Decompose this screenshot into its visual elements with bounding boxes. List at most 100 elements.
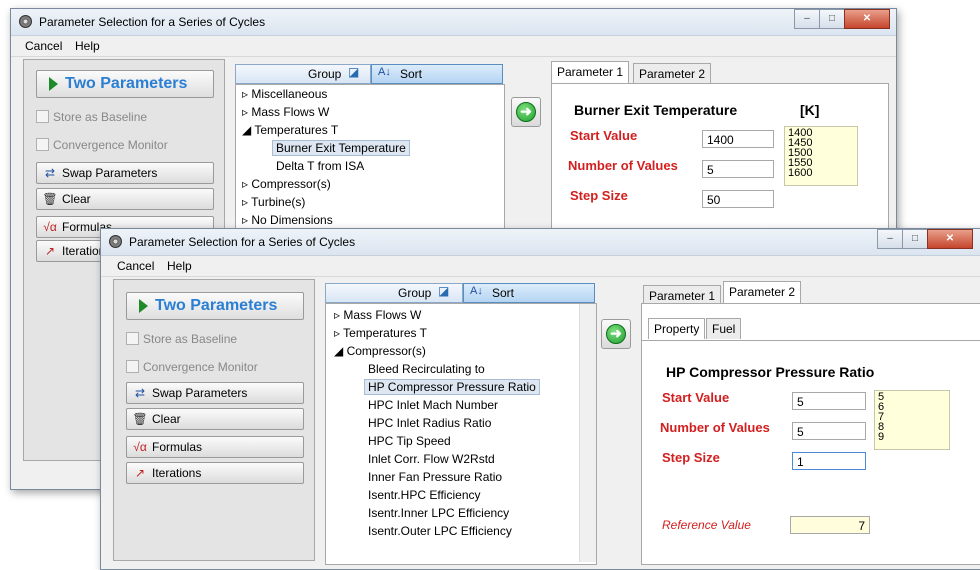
sort-header-button[interactable]: A↓ Sort — [371, 64, 503, 84]
convergence-monitor-checkbox[interactable]: Convergence Monitor — [126, 360, 258, 374]
menu-cancel[interactable]: Cancel — [25, 39, 62, 53]
add-parameter-button[interactable]: ➜ — [601, 319, 631, 349]
start-value-input[interactable]: 5 — [792, 392, 866, 410]
tree-scrollbar[interactable] — [579, 304, 596, 562]
left-panel: Two Parameters Store as Baseline Converg… — [113, 279, 315, 561]
number-of-values-label: Number of Values — [568, 158, 678, 173]
title-bar[interactable]: Parameter Selection for a Series of Cycl… — [11, 9, 896, 36]
sort-icon: A↓ — [470, 285, 483, 297]
window-title: Parameter Selection for a Series of Cycl… — [39, 15, 266, 29]
reference-value-label: Reference Value — [662, 518, 751, 532]
number-of-values-input[interactable]: 5 — [792, 422, 866, 440]
maximize-button[interactable]: □ — [902, 229, 928, 249]
window-controls: – □ ✕ — [794, 9, 890, 29]
two-parameters-button[interactable]: Two Parameters — [36, 70, 214, 98]
store-baseline-checkbox[interactable]: Store as Baseline — [126, 332, 237, 346]
minimize-button[interactable]: – — [794, 9, 820, 29]
tree-leaf[interactable]: Isentr.Outer LPC Efficiency — [368, 524, 512, 538]
iteration-icon: ↗ — [134, 466, 146, 480]
trash-icon: 🗑 — [132, 412, 148, 426]
menu-bar: Cancel Help — [101, 256, 980, 277]
swap-parameters-button[interactable]: ⇄ Swap Parameters — [36, 162, 214, 184]
two-parameters-button[interactable]: Two Parameters — [126, 292, 304, 320]
step-size-input[interactable]: 1 — [792, 452, 866, 470]
number-of-values-input[interactable]: 5 — [702, 160, 774, 178]
swap-parameters-button[interactable]: ⇄ Swap Parameters — [126, 382, 304, 404]
tree-leaf[interactable]: HPC Inlet Radius Ratio — [368, 416, 491, 430]
parameter-2-pane: Property Fuel HP Compressor Pressure Rat… — [641, 303, 980, 565]
parameter-tree[interactable]: ▹ Miscellaneous ▹ Mass Flows W ◢ Tempera… — [235, 84, 505, 236]
arrow-right-icon: ➜ — [516, 102, 536, 122]
menu-cancel[interactable]: Cancel — [117, 259, 154, 273]
sqrt-icon: √α — [43, 220, 57, 234]
iterations-button[interactable]: ↗ Iterations — [126, 462, 304, 484]
title-bar[interactable]: Parameter Selection for a Series of Cycl… — [101, 229, 980, 256]
start-value-input[interactable]: 1400 — [702, 130, 774, 148]
tree-node[interactable]: ▹ Compressor(s) — [242, 177, 331, 191]
store-baseline-checkbox[interactable]: Store as Baseline — [36, 110, 147, 124]
subtab-fuel[interactable]: Fuel — [706, 318, 742, 339]
group-header-button[interactable]: Group ◪ — [325, 283, 463, 303]
tree-node[interactable]: ▹ No Dimensions — [242, 213, 333, 227]
tree-leaf[interactable]: Isentr.HPC Efficiency — [368, 488, 481, 502]
clear-button[interactable]: 🗑 Clear — [36, 188, 214, 210]
reference-value-field: 7 — [790, 516, 870, 534]
tree-leaf[interactable]: Isentr.Inner LPC Efficiency — [368, 506, 509, 520]
close-button[interactable]: ✕ — [927, 229, 973, 249]
values-list: 1400 1450 1500 1550 1600 — [784, 126, 858, 186]
sqrt-icon: √α — [133, 440, 147, 454]
swap-icon: ⇄ — [44, 166, 56, 180]
tree-leaf-selected[interactable]: HP Compressor Pressure Ratio — [364, 379, 540, 395]
subtab-property[interactable]: Property — [648, 318, 706, 339]
start-value-label: Start Value — [570, 128, 638, 143]
maximize-button[interactable]: □ — [819, 9, 845, 29]
menu-help[interactable]: Help — [75, 39, 100, 53]
clear-button[interactable]: 🗑 Clear — [126, 408, 304, 430]
step-size-label: Step Size — [662, 450, 720, 465]
close-button[interactable]: ✕ — [844, 9, 890, 29]
parameter-title: Burner Exit Temperature — [574, 102, 738, 118]
tree-node[interactable]: ▹ Temperatures T — [334, 326, 427, 340]
group-icon: ◪ — [438, 284, 450, 298]
tree-leaf[interactable]: Inlet Corr. Flow W2Rstd — [368, 452, 495, 466]
window-title: Parameter Selection for a Series of Cycl… — [129, 235, 356, 249]
tree-node[interactable]: ◢ Temperatures T — [242, 123, 338, 137]
tree-leaf[interactable]: Delta T from ISA — [276, 159, 364, 173]
sort-icon: A↓ — [378, 66, 391, 78]
parameter-1-pane: Burner Exit Temperature [K] Start Value … — [551, 83, 889, 245]
tree-node[interactable]: ▹ Turbine(s) — [242, 195, 305, 209]
tree-leaf[interactable]: Inner Fan Pressure Ratio — [368, 470, 502, 484]
tree-node[interactable]: ▹ Mass Flows W — [334, 308, 421, 322]
tab-parameter-2[interactable]: Parameter 2 — [633, 63, 712, 84]
parameter-tree[interactable]: ▹ Mass Flows W ▹ Temperatures T ◢ Compre… — [325, 303, 597, 565]
group-header-button[interactable]: Group ◪ — [235, 64, 371, 84]
convergence-monitor-checkbox[interactable]: Convergence Monitor — [36, 138, 168, 152]
start-value-label: Start Value — [662, 390, 730, 405]
menu-help[interactable]: Help — [167, 259, 192, 273]
tree-leaf[interactable]: HPC Tip Speed — [368, 434, 451, 448]
app-icon — [109, 235, 122, 248]
formulas-button[interactable]: √α Formulas — [126, 436, 304, 458]
swap-icon: ⇄ — [134, 386, 146, 400]
tree-leaf[interactable]: HPC Inlet Mach Number — [368, 398, 498, 412]
group-icon: ◪ — [348, 65, 360, 79]
number-of-values-label: Number of Values — [660, 420, 770, 435]
iteration-icon: ↗ — [44, 244, 56, 258]
tab-parameter-2[interactable]: Parameter 2 — [723, 281, 802, 304]
trash-icon: 🗑 — [42, 192, 58, 206]
tree-leaf-selected[interactable]: Burner Exit Temperature — [272, 140, 410, 156]
tab-parameter-1[interactable]: Parameter 1 — [551, 61, 630, 84]
front-window: Parameter Selection for a Series of Cycl… — [100, 228, 980, 570]
tree-node[interactable]: ◢ Compressor(s) — [334, 344, 426, 358]
minimize-button[interactable]: – — [877, 229, 903, 249]
sort-header-button[interactable]: A↓ Sort — [463, 283, 595, 303]
tree-leaf[interactable]: Bleed Recirculating to — [368, 362, 485, 376]
parameter-title: HP Compressor Pressure Ratio — [666, 364, 875, 380]
arrow-right-icon: ➜ — [606, 324, 626, 344]
step-size-label: Step Size — [570, 188, 628, 203]
tree-node[interactable]: ▹ Miscellaneous — [242, 87, 327, 101]
parameter-unit: [K] — [800, 102, 820, 118]
step-size-input[interactable]: 50 — [702, 190, 774, 208]
tree-node[interactable]: ▹ Mass Flows W — [242, 105, 329, 119]
add-parameter-button[interactable]: ➜ — [511, 97, 541, 127]
